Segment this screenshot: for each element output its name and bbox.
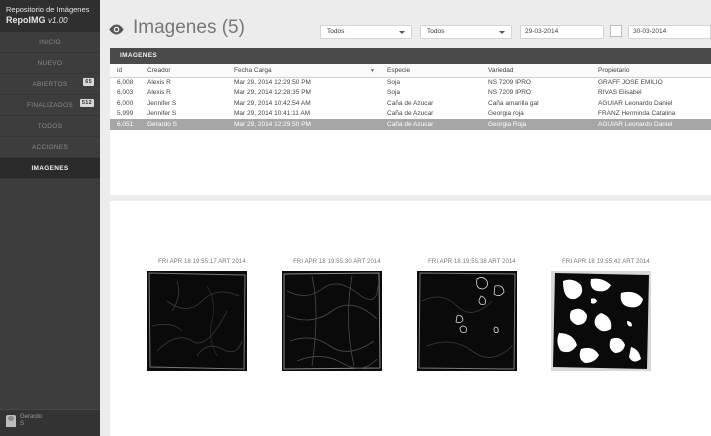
segmentation-image-thumbnail[interactable]	[551, 271, 651, 371]
sidebar-item-label: ACCIONES	[31, 144, 69, 151]
chevron-down-icon	[499, 31, 505, 34]
sidebar-item-label: IMAGENES	[31, 165, 69, 172]
brand-name: RepoIMG v1.00	[6, 14, 100, 27]
column-header-propietario[interactable]: Propietario	[591, 64, 711, 78]
sidebar-item-label: INICIO	[39, 39, 61, 46]
gallery-item[interactable]: FRI APR 18 19:55:17 ART 2014	[147, 259, 257, 371]
sidebar-item-label: FINALIZADOS	[27, 102, 73, 109]
cell-propietario: AGUIAR Leonardo Daniel	[598, 99, 673, 107]
images-grid-panel: IMAGENES id Creador Fecha Carga ▼ Especie…	[110, 48, 711, 195]
cell-especie: Soja	[387, 89, 401, 97]
brand-version: v1.00	[48, 16, 68, 25]
cell-especie: Soja	[387, 79, 401, 86]
cell-propietario: GRAFF JOSE EMILIO	[598, 79, 663, 86]
date-to-input[interactable]: 30-03-2014	[628, 25, 711, 39]
sidebar-nav: INICIO NUEVO ABIERTOS 65 FINALIZADOS 512 T…	[0, 32, 100, 179]
filter-select-1[interactable]: Todos	[320, 25, 412, 39]
cell-especie: Caña de Azucar	[380, 119, 481, 130]
user-name: Gerardo S	[20, 414, 42, 428]
gallery-caption: FRI APR 18 19:55:17 ART 2014	[158, 259, 246, 265]
gallery-caption: FRI APR 18 19:55:42 ART 2014	[562, 259, 650, 265]
sidebar-item-nuevo[interactable]: NUEVO	[0, 53, 100, 74]
cell-creador: Alexis R	[147, 89, 171, 97]
sidebar-item-label: TODOS	[37, 123, 63, 130]
gallery-item[interactable]: FRI APR 18 19:55:38 ART 2014	[417, 259, 527, 371]
cell-variedad: NS 7209 IPRO	[488, 79, 531, 86]
filter-select-2[interactable]: Todos	[420, 25, 512, 39]
brand-subtitle: Repositorio de Imágenes	[6, 5, 90, 14]
sidebar-item-imagenes[interactable]: IMAGENES	[0, 158, 100, 179]
filter-select-2-value: Todos	[427, 28, 445, 35]
sidebar-item-inicio[interactable]: INICIO	[0, 32, 100, 53]
cell-fecha-carga: Mar 29, 2014 10:41:11 AM	[234, 110, 311, 118]
sidebar-item-acciones[interactable]: ACCIONES	[0, 137, 100, 158]
count-badge: 65	[83, 78, 94, 86]
column-header-especie[interactable]: ▼ Especie	[370, 64, 481, 78]
cell-fecha-carga: Mar 29, 2014 10:42:54 AM	[234, 99, 311, 107]
table-row[interactable]: 5,999 Jennifer S Mar 29, 2014 10:41:11 A…	[110, 109, 711, 120]
chevron-down-icon	[399, 31, 405, 34]
user-last-name: S	[20, 421, 25, 427]
cell-variedad: Caña amarilla gal	[488, 99, 539, 107]
sidebar-item-label: ABIERTOS	[32, 81, 68, 88]
cell-id: 6,003	[117, 89, 134, 97]
table-row[interactable]: 6,003 Alexis R Mar 29, 2014 12:28:35 PM …	[110, 88, 711, 99]
edge-image-thumbnail[interactable]	[417, 271, 517, 371]
image-gallery-panel: FRI APR 18 19:55:17 ART 2014 FRI APR 18 …	[110, 201, 711, 436]
column-header-creador[interactable]: Creador	[140, 64, 227, 78]
cell-fecha-carga: Mar 29, 2014 12:29:50 PM	[234, 79, 311, 86]
table-row[interactable]: 6,008 Alexis R Mar 29, 2014 12:29:50 PM …	[110, 77, 711, 88]
cell-variedad: Georgia roja	[488, 110, 524, 118]
cell-variedad: Georgia Roja	[481, 119, 591, 130]
edge-image-thumbnail[interactable]	[147, 271, 247, 371]
cell-id: 6,008	[117, 79, 134, 86]
gallery-item[interactable]: FRI APR 18 19:55:30 ART 2014	[282, 259, 392, 371]
table-row-selected[interactable]: 6,051 Gerardo S Mar 29, 2014 12:29:50 PM…	[110, 119, 711, 130]
column-header-especie-label: Especie	[387, 66, 411, 74]
cell-creador: Jennifer S	[147, 110, 177, 118]
column-header-id[interactable]: id	[110, 64, 140, 78]
cell-fecha-carga: Mar 29, 2014 12:28:35 PM	[234, 89, 311, 97]
user-panel[interactable]: GerardoS ●●●	[0, 409, 100, 436]
gallery-item[interactable]: FRI APR 18 19:55:42 ART 2014	[551, 259, 661, 371]
cell-id: 5,999	[117, 110, 134, 118]
table-header-row: id Creador Fecha Carga ▼ Especie Variedad…	[110, 64, 711, 78]
sort-down-icon[interactable]: ▼	[370, 68, 375, 74]
sidebar-item-abiertos[interactable]: ABIERTOS 65	[0, 74, 100, 95]
cell-especie: Caña de Azucar	[387, 110, 434, 118]
images-table: id Creador Fecha Carga ▼ Especie Variedad…	[110, 64, 711, 130]
filter-select-1-value: Todos	[327, 28, 345, 35]
gallery-caption: FRI APR 18 19:55:30 ART 2014	[293, 259, 381, 265]
cell-propietario: AGUIAR Leonardo Daniel	[591, 119, 711, 130]
date-checkbox[interactable]	[610, 25, 622, 37]
sidebar: Repositorio de Imágenes RepoIMG v1.00 IN…	[0, 0, 100, 436]
eye-icon	[109, 24, 124, 35]
cell-especie: Caña de Azucar	[387, 99, 434, 107]
cell-creador: Alexis R	[147, 79, 171, 86]
user-first-name: Gerardo	[20, 414, 43, 420]
brand-name-text: RepoIMG	[6, 15, 46, 25]
cell-creador: Gerardo S	[140, 119, 227, 130]
edge-image-thumbnail[interactable]	[282, 271, 382, 371]
sidebar-item-label: NUEVO	[37, 60, 63, 67]
cell-fecha-carga: Mar 29, 2014 12:29:50 PM	[227, 119, 380, 130]
cell-id: 6,000	[117, 99, 134, 107]
cell-creador: Jennifer S	[147, 99, 177, 107]
column-header-fecha-carga[interactable]: Fecha Carga	[227, 64, 380, 78]
date-from-input[interactable]: 29-03-2014	[520, 25, 604, 39]
cell-propietario: RIVAS Elisabel	[598, 89, 642, 97]
grid-title: IMAGENES	[110, 48, 711, 64]
table-row[interactable]: 6,000 Jennifer S Mar 29, 2014 10:42:54 A…	[110, 98, 711, 109]
sidebar-item-todos[interactable]: TODOS	[0, 116, 100, 137]
user-avatar-icon	[6, 415, 16, 427]
count-badge: 512	[79, 99, 94, 107]
page-title: Imagenes (5)	[133, 17, 245, 38]
gallery-caption: FRI APR 18 19:55:38 ART 2014	[428, 259, 516, 265]
cell-propietario: FRANZ Herminda Catalina	[598, 110, 676, 118]
cell-variedad: NS 7209 IPRO	[488, 89, 531, 97]
brand: Repositorio de Imágenes RepoIMG v1.00	[0, 0, 100, 32]
column-header-variedad[interactable]: Variedad	[481, 64, 591, 78]
cell-id: 6,051	[110, 119, 140, 130]
sidebar-item-finalizados[interactable]: FINALIZADOS 512	[0, 95, 100, 116]
